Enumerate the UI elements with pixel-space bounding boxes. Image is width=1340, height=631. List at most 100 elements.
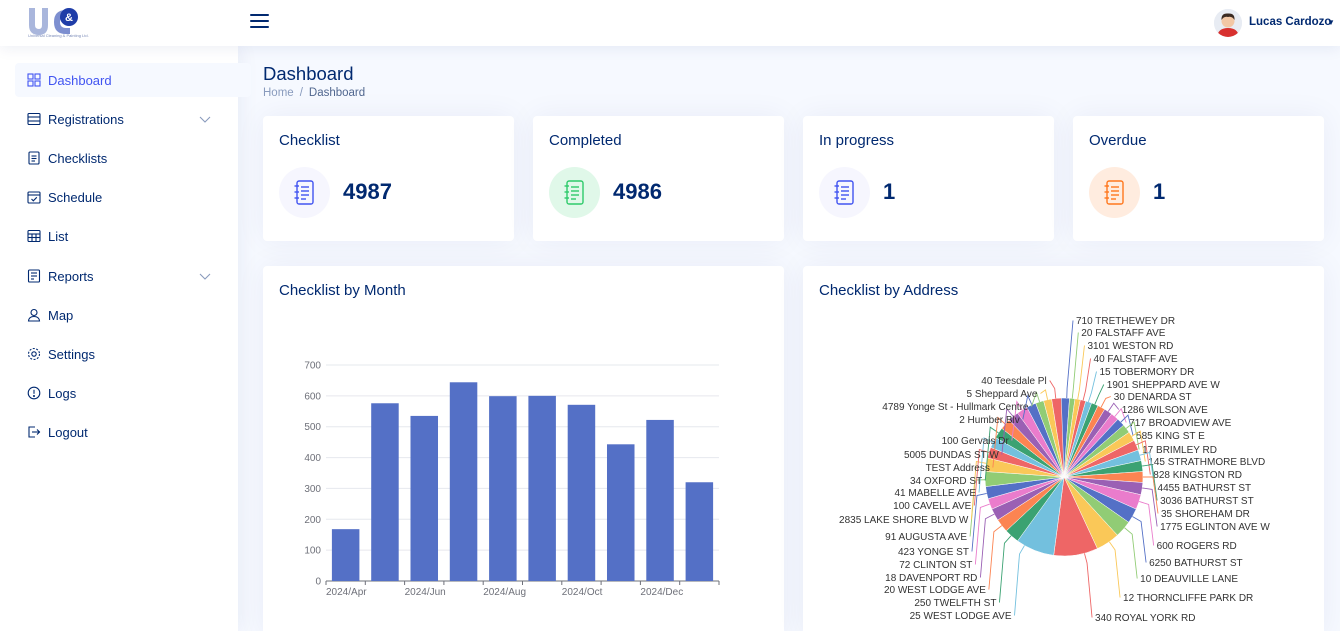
sidebar: Dashboard Registrations Checklists Sched… [0, 46, 251, 631]
pie-label: 340 ROYAL YORK RD [1095, 613, 1195, 624]
user-name[interactable]: Lucas Cardozo [1249, 16, 1331, 28]
pie-label-line [979, 513, 995, 578]
pie-label-line [998, 535, 1012, 603]
pie-label-line [988, 525, 1003, 590]
chevron-down-icon[interactable] [198, 112, 212, 126]
pie-label: 5005 DUNDAS ST W [904, 450, 999, 461]
pie-label-line [1084, 553, 1093, 618]
y-tick-label: 100 [304, 546, 321, 557]
x-tick-label: 2024/Apr [326, 587, 367, 598]
pie-label: 12 THORNCLIFFE PARK DR [1123, 593, 1253, 604]
breadcrumb-current: Dashboard [308, 87, 366, 99]
pie-label: 3036 BATHURST ST [1160, 496, 1254, 507]
pie-label-line [1124, 527, 1138, 579]
sidebar-item-label: Reports [48, 269, 94, 284]
pie-label: 4455 BATHURST ST [1158, 483, 1252, 494]
pie-label: 145 STRATHMORE BLVD [1148, 457, 1265, 468]
y-tick-label: 0 [315, 577, 321, 588]
pie-label: 3101 WESTON RD [1087, 341, 1173, 352]
bar[interactable] [410, 415, 439, 581]
pie-label: 41 MABELLE AVE [894, 488, 976, 499]
document-icon [28, 151, 40, 165]
notebook-icon [564, 180, 584, 205]
x-tick-label: 2024/Jun [405, 587, 446, 598]
sidebar-item-label: Dashboard [48, 73, 112, 88]
stat-value: 4986 [613, 179, 662, 204]
pie-label: 2 Humber Blv [959, 415, 1020, 426]
sidebar-item-registrations[interactable]: Registrations [15, 102, 251, 136]
bar[interactable] [646, 419, 674, 581]
sidebar-item-logs[interactable]: Logs [15, 376, 251, 410]
sidebar-item-label: Registrations [48, 112, 124, 127]
sidebar-item-label: Checklists [48, 151, 108, 166]
breadcrumb-home[interactable]: Home [263, 87, 294, 99]
bar[interactable] [685, 482, 714, 581]
bar[interactable] [331, 529, 360, 581]
chevron-down-icon[interactable] [198, 269, 212, 283]
sidebar-item-dashboard[interactable]: Dashboard [15, 63, 251, 97]
stat-icon-circle [1089, 167, 1140, 218]
checklist-by-address-panel: Checklist by Address 710 TRETHEWEY DR 20 … [803, 266, 1324, 631]
pie-label-line [1040, 389, 1049, 400]
sidebar-item-reports[interactable]: Reports [15, 259, 251, 293]
pie-label: 6250 BATHURST ST [1149, 558, 1243, 569]
gear-icon [27, 347, 41, 361]
y-tick-label: 300 [304, 484, 321, 495]
sidebar-item-map[interactable]: Map [15, 298, 251, 332]
sidebar-item-label: Schedule [48, 190, 103, 205]
pie-label: 5 Sheppard Ave [966, 389, 1037, 400]
sidebar-item-list[interactable]: List [15, 219, 251, 253]
y-tick-label: 500 [304, 422, 321, 433]
pie-label: 15 TOBERMORY DR [1100, 367, 1195, 378]
pie-label: 25 WEST LODGE AVE [910, 611, 1012, 622]
breadcrumb: Home / Dashboard [263, 87, 366, 99]
pie-label-line [1049, 380, 1057, 399]
stat-value: 1 [883, 179, 896, 204]
stat-value: 1 [1153, 179, 1166, 204]
notebook-icon [834, 180, 854, 205]
pie-label: 1901 SHEPPARD AVE W [1107, 380, 1221, 391]
sidebar-item-label: List [48, 229, 69, 244]
sidebar-item-logout[interactable]: Logout [15, 415, 251, 449]
pie-label-line [1082, 358, 1091, 401]
stat-value: 4987 [343, 179, 392, 204]
pie-label: 20 FALSTAFF AVE [1081, 328, 1165, 339]
bar[interactable] [606, 444, 635, 581]
bar[interactable] [567, 404, 596, 581]
notebook-icon [294, 180, 314, 205]
stat-card-in-progress: In progress 1 [803, 116, 1054, 241]
pie-label: 100 CAVELL AVE [893, 501, 972, 512]
person-icon [27, 308, 41, 322]
sidebar-item-checklists[interactable]: Checklists [15, 141, 251, 175]
pie-label-line [1071, 332, 1079, 399]
sidebar-item-settings[interactable]: Settings [15, 337, 251, 371]
calendar-check-icon [27, 191, 41, 204]
pie-label: 18 DAVENPORT RD [885, 573, 977, 584]
pie-label: 40 FALSTAFF AVE [1094, 354, 1178, 365]
y-tick-label: 400 [304, 453, 321, 464]
stat-title: In progress [819, 132, 895, 149]
sidebar-item-schedule[interactable]: Schedule [15, 180, 251, 214]
y-tick-label: 600 [304, 391, 321, 402]
bar[interactable] [371, 403, 399, 581]
pie-label-line [1066, 320, 1074, 399]
stat-title: Completed [549, 132, 622, 149]
bar-chart: 0 100 200 300 400 500 600 700 2024/Apr 2024/Jun 20… [304, 361, 720, 598]
x-tick-label: 2024/Oct [562, 587, 603, 598]
pie-label: 828 KINGSTON RD [1153, 470, 1242, 481]
pie-label-line [1108, 541, 1121, 598]
pie-label: 717 BROADVIEW AVE [1129, 418, 1231, 429]
logo-tagline: Universal Cleaning & Painting Ltd. [28, 33, 89, 38]
bar[interactable] [528, 395, 556, 581]
bar[interactable] [449, 382, 478, 581]
bar[interactable] [489, 396, 517, 581]
stat-title: Checklist [279, 132, 340, 149]
pie-label-line [1094, 384, 1105, 405]
x-tick-label: 2024/Aug [483, 587, 526, 598]
avatar[interactable] [1214, 9, 1242, 37]
pie-label: 91 AUGUSTA AVE [885, 532, 967, 543]
chevron-down-icon[interactable]: ▼ [1327, 18, 1335, 27]
menu-toggle-icon[interactable] [250, 12, 270, 30]
pie-label-line [1077, 345, 1085, 400]
pie-label: 423 YONGE ST [898, 547, 969, 558]
